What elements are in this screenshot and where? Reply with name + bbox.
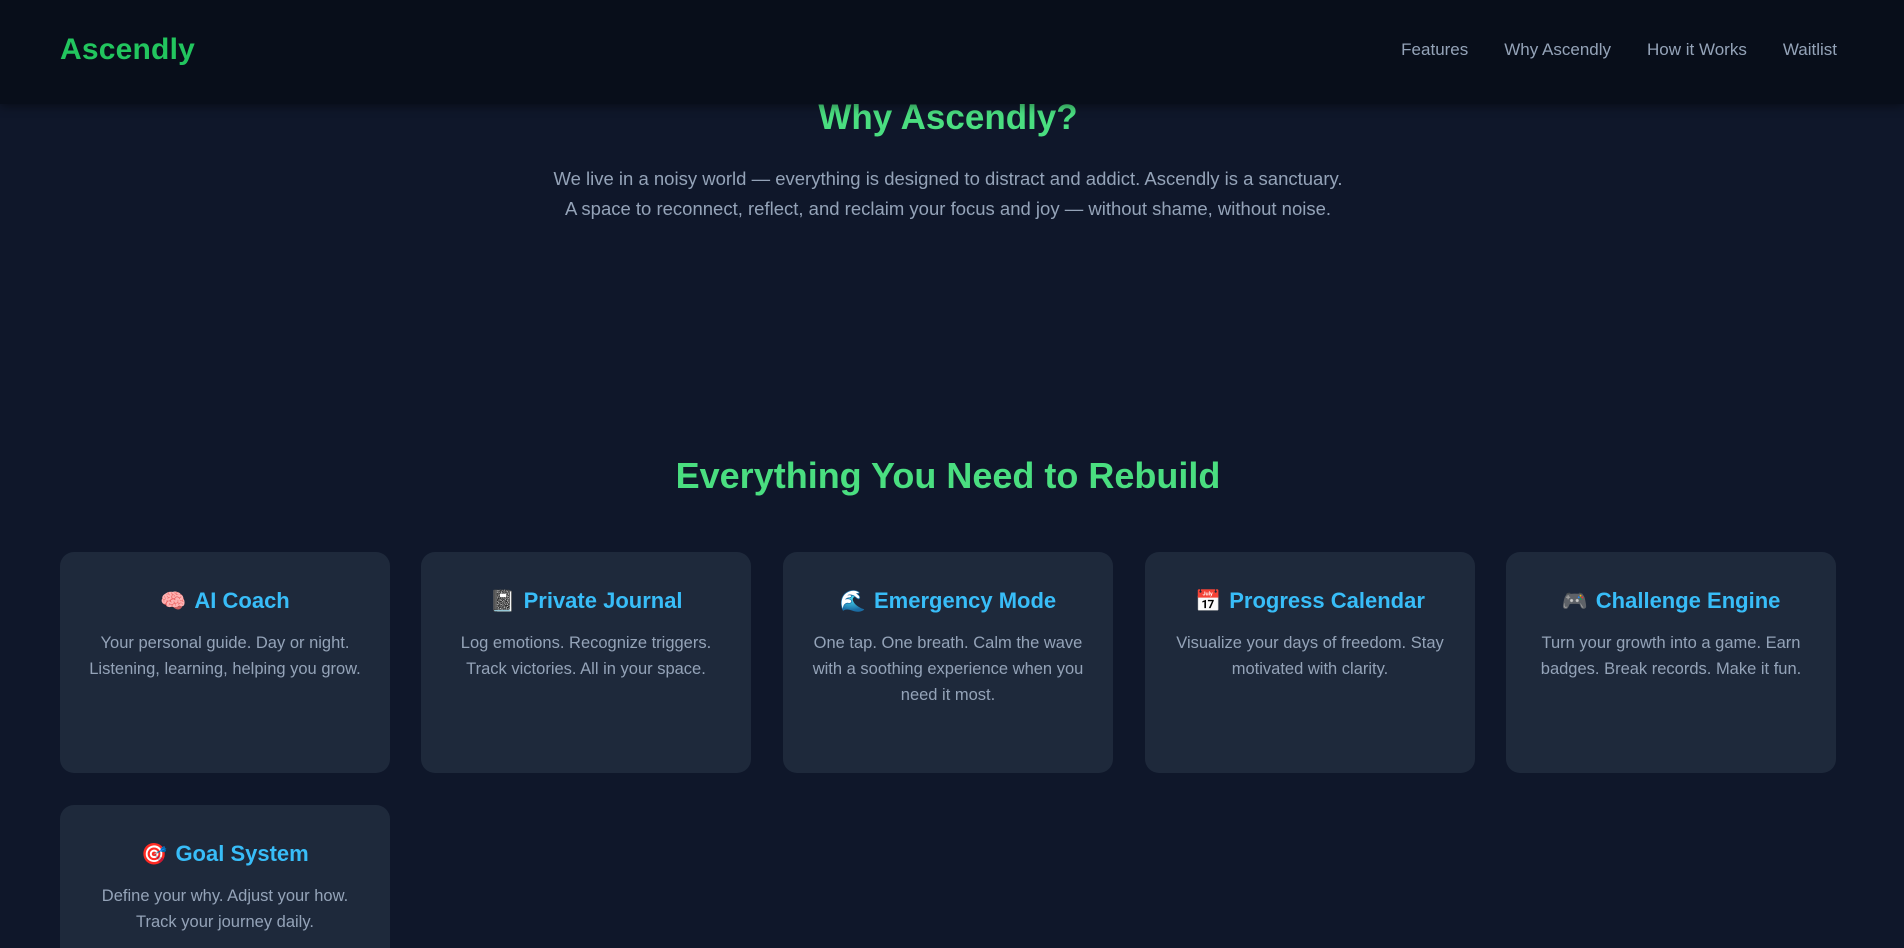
gamepad-icon: 🎮: [1561, 589, 1588, 613]
why-line-1: We live in a noisy world — everything is…: [553, 168, 1343, 189]
feature-card-challenge-engine: 🎮 Challenge Engine Turn your growth into…: [1506, 552, 1836, 773]
feature-title: Emergency Mode: [873, 588, 1057, 613]
feature-card-goal-system: 🎯 Goal System Define your why. Adjust yo…: [60, 805, 390, 948]
feature-card-private-journal: 📓 Private Journal Log emotions. Recogniz…: [421, 552, 751, 773]
feature-description: Your personal guide. Day or night. Liste…: [89, 634, 361, 678]
nav-link-features[interactable]: Features: [1401, 38, 1468, 62]
feature-description: Define your why. Adjust your how. Track …: [101, 887, 349, 931]
feature-card-ai-coach: 🧠 AI Coach Your personal guide. Day or n…: [60, 552, 390, 773]
brand-logo[interactable]: Ascendly: [60, 32, 195, 68]
notebook-icon: 📓: [489, 589, 516, 613]
feature-title: Progress Calendar: [1229, 588, 1425, 613]
why-description: We live in a noisy world — everything is…: [0, 164, 1896, 224]
features-heading: Everything You Need to Rebuild: [675, 455, 1221, 496]
calendar-icon: 📅: [1195, 589, 1222, 613]
feature-title: Goal System: [175, 841, 309, 866]
nav-link-how-it-works[interactable]: How it Works: [1647, 38, 1747, 62]
landing-page: Ascendly Features Why Ascendly How it Wo…: [0, 0, 1904, 948]
feature-card-progress-calendar: 📅 Progress Calendar Visualize your days …: [1145, 552, 1475, 773]
site-header: Ascendly Features Why Ascendly How it Wo…: [0, 0, 1904, 104]
feature-description: Visualize your days of freedom. Stay mot…: [1176, 634, 1444, 678]
feature-title: AI Coach: [194, 588, 290, 613]
feature-title: Private Journal: [523, 588, 683, 613]
main-nav: Features Why Ascendly How it Works Waitl…: [1401, 38, 1837, 62]
nav-link-waitlist[interactable]: Waitlist: [1783, 38, 1837, 62]
nav-link-why-ascendly[interactable]: Why Ascendly: [1504, 38, 1611, 62]
feature-title: Challenge Engine: [1595, 588, 1781, 613]
feature-card-emergency-mode: 🌊 Emergency Mode One tap. One breath. Ca…: [783, 552, 1113, 773]
why-line-2: A space to reconnect, reflect, and recla…: [564, 198, 1332, 219]
brain-icon: 🧠: [160, 589, 187, 613]
feature-description: Turn your growth into a game. Earn badge…: [1540, 634, 1802, 678]
wave-icon: 🌊: [839, 589, 866, 613]
feature-description: Log emotions. Recognize triggers. Track …: [460, 634, 712, 678]
target-icon: 🎯: [141, 842, 168, 866]
feature-description: One tap. One breath. Calm the wave with …: [812, 634, 1084, 704]
